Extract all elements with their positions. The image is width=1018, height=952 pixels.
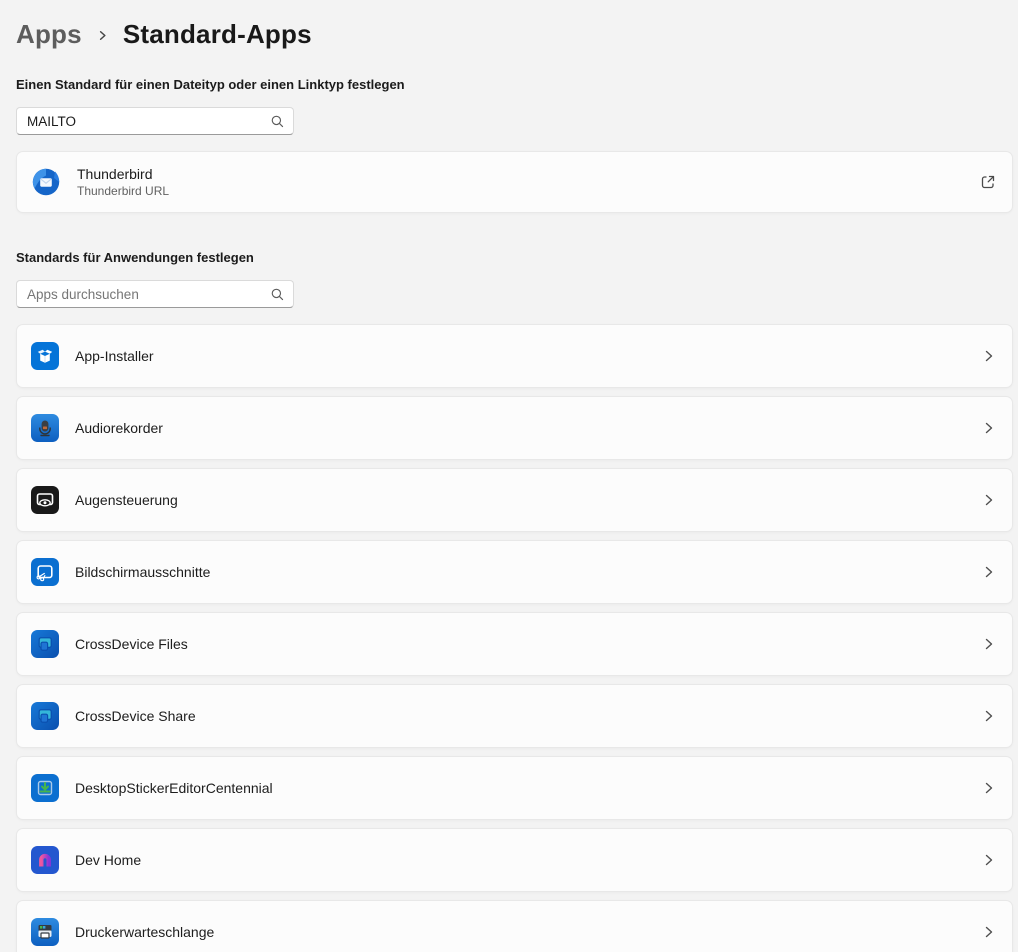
app-label: Druckerwarteschlange — [75, 924, 214, 940]
crossdevice-icon — [31, 702, 59, 730]
app-label: Audiorekorder — [75, 420, 163, 436]
result-text: Thunderbird Thunderbird URL — [77, 166, 169, 198]
chevron-right-icon — [981, 636, 997, 652]
filetype-section-heading: Einen Standard für einen Dateityp oder e… — [16, 77, 1013, 92]
chevron-right-icon — [981, 348, 997, 364]
snipping-tool-icon — [31, 558, 59, 586]
filetype-search-box[interactable] — [16, 107, 294, 135]
dev-home-icon — [31, 846, 59, 874]
open-external-icon[interactable] — [979, 173, 997, 191]
thunderbird-logo-icon — [30, 166, 62, 198]
chevron-right-icon — [981, 564, 997, 580]
list-item[interactable]: Bildschirmausschnitte — [16, 540, 1013, 604]
chevron-right-icon — [981, 708, 997, 724]
filetype-result-card[interactable]: Thunderbird Thunderbird URL — [16, 151, 1013, 213]
page-title: Standard-Apps — [123, 19, 312, 50]
apps-search-box[interactable] — [16, 280, 294, 308]
breadcrumb-chevron-icon — [95, 28, 110, 43]
print-queue-icon — [31, 918, 59, 946]
breadcrumb: Apps Standard-Apps — [16, 14, 1013, 54]
app-label: CrossDevice Share — [75, 708, 196, 724]
chevron-right-icon — [981, 492, 997, 508]
app-label: Bildschirmausschnitte — [75, 564, 210, 580]
app-label: Augensteuerung — [75, 492, 178, 508]
list-item[interactable]: Dev Home — [16, 828, 1013, 892]
search-icon[interactable] — [270, 287, 285, 302]
list-item[interactable]: CrossDevice Files — [16, 612, 1013, 676]
chevron-right-icon — [981, 420, 997, 436]
apps-search-input[interactable] — [27, 287, 270, 302]
sticker-editor-icon — [31, 774, 59, 802]
app-label: DesktopStickerEditorCentennial — [75, 780, 273, 796]
result-app-name: Thunderbird — [77, 166, 169, 182]
app-list: App-Installer Audiorekorder Augensteueru… — [16, 324, 1013, 952]
list-item[interactable]: Augensteuerung — [16, 468, 1013, 532]
chevron-right-icon — [981, 852, 997, 868]
eye-control-icon — [31, 486, 59, 514]
result-handler-type: Thunderbird URL — [77, 184, 169, 198]
app-label: CrossDevice Files — [75, 636, 188, 652]
chevron-right-icon — [981, 780, 997, 796]
list-item[interactable]: App-Installer — [16, 324, 1013, 388]
settings-default-apps-page: Apps Standard-Apps Einen Standard für ei… — [0, 0, 1018, 952]
voice-recorder-icon — [31, 414, 59, 442]
apps-section-heading: Standards für Anwendungen festlegen — [16, 250, 1013, 265]
app-installer-icon — [31, 342, 59, 370]
list-item[interactable]: Audiorekorder — [16, 396, 1013, 460]
filetype-search-input[interactable] — [27, 114, 270, 129]
list-item[interactable]: DesktopStickerEditorCentennial — [16, 756, 1013, 820]
app-label: App-Installer — [75, 348, 154, 364]
list-item[interactable]: CrossDevice Share — [16, 684, 1013, 748]
app-label: Dev Home — [75, 852, 141, 868]
list-item[interactable]: Druckerwarteschlange — [16, 900, 1013, 952]
search-icon[interactable] — [270, 114, 285, 129]
breadcrumb-apps-link[interactable]: Apps — [16, 19, 82, 50]
chevron-right-icon — [981, 924, 997, 940]
crossdevice-icon — [31, 630, 59, 658]
